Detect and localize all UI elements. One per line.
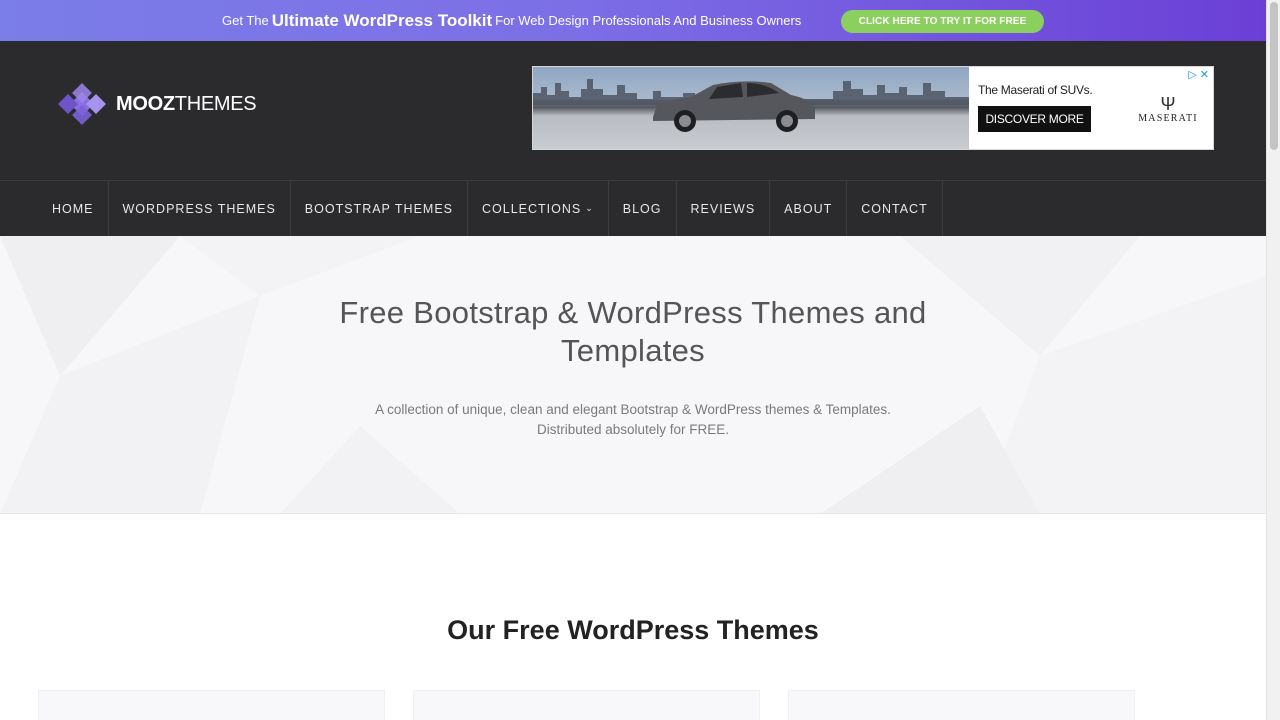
ad-brand-name: MASERATI <box>1138 113 1198 124</box>
nav-item-wordpress-themes[interactable]: WORDPRESS THEMES <box>109 181 291 236</box>
nav-item-home[interactable]: HOME <box>38 181 109 236</box>
nav-item-label: CONTACT <box>861 201 928 216</box>
scrollbar-thumb[interactable] <box>1270 2 1278 150</box>
site-logo[interactable]: MOOZTHEMES <box>56 83 257 125</box>
nav-item-label: ABOUT <box>784 201 833 216</box>
suv-car-image <box>653 81 815 132</box>
nav-item-bootstrap-themes[interactable]: BOOTSTRAP THEMES <box>291 181 468 236</box>
nav-item-about[interactable]: ABOUT <box>770 181 848 236</box>
ad-choices-icon[interactable]: ▷ <box>1188 68 1196 81</box>
promo-highlight: Ultimate WordPress Toolkit <box>271 10 493 30</box>
hero-subtitle-line-2: Distributed absolutely for FREE. <box>536 422 730 437</box>
site-header: MOOZTHEMES The Maserati of SUVs. DISCOVE… <box>0 41 1266 180</box>
main-navigation: HOME WORDPRESS THEMES BOOTSTRAP THEMES C… <box>0 180 1266 236</box>
nav-item-contact[interactable]: CONTACT <box>847 181 943 236</box>
nav-item-label: HOME <box>52 201 94 216</box>
nav-item-collections[interactable]: COLLECTIONS ⌄ <box>468 181 609 236</box>
logo-diamond-icon <box>58 83 106 125</box>
logo-text: MOOZTHEMES <box>116 92 257 116</box>
theme-card[interactable] <box>413 690 760 720</box>
theme-card[interactable] <box>38 690 385 720</box>
theme-card[interactable] <box>788 690 1135 720</box>
promo-text: Get The Ultimate WordPress Toolkit For W… <box>222 0 801 41</box>
nav-item-label: REVIEWS <box>690 201 756 216</box>
vertical-scrollbar[interactable] <box>1266 0 1280 720</box>
ad-banner[interactable]: The Maserati of SUVs. DISCOVER MORE Ψ MA… <box>532 66 1214 150</box>
logo-text-light: THEMES <box>174 92 257 115</box>
nav-item-label: COLLECTIONS <box>482 201 582 216</box>
trident-icon: Ψ <box>1160 94 1176 114</box>
ad-close-icon[interactable]: ✕ <box>1200 68 1209 81</box>
nav-item-reviews[interactable]: REVIEWS <box>677 181 771 236</box>
ad-choices[interactable]: ▷ ✕ <box>1188 68 1209 81</box>
nav-item-blog[interactable]: BLOG <box>609 181 677 236</box>
promo-prefix: Get The <box>222 13 269 28</box>
nav-item-label: BOOTSTRAP THEMES <box>304 201 453 216</box>
hero-title-line-1: Free Bootstrap & WordPress Themes and <box>339 295 927 330</box>
page: Get The Ultimate WordPress Toolkit For W… <box>0 0 1280 720</box>
nav-menu: HOME WORDPRESS THEMES BOOTSTRAP THEMES C… <box>38 181 943 236</box>
ad-car-image[interactable] <box>533 67 969 149</box>
section-title: Our Free WordPress Themes <box>447 615 819 645</box>
hero-title: Free Bootstrap & WordPress Themes and Te… <box>333 294 933 370</box>
chevron-down-icon: ⌄ <box>585 203 594 213</box>
ad-brand-logo[interactable]: Ψ MASERATI <box>1133 95 1203 124</box>
hero-title-line-2: Templates <box>561 333 705 368</box>
logo-text-bold: MOOZ <box>116 92 175 115</box>
hero-background-pattern <box>0 236 1266 513</box>
try-free-button[interactable]: CLICK HERE TO TRY IT FOR FREE <box>841 10 1044 33</box>
discover-more-button[interactable]: DISCOVER MORE <box>978 106 1091 132</box>
promo-suffix: For Web Design Professionals And Busines… <box>495 13 802 28</box>
nav-item-label: BLOG <box>622 201 662 216</box>
hero-section: Free Bootstrap & WordPress Themes and Te… <box>0 236 1266 514</box>
hero-subtitle-line-1: A collection of unique, clean and elegan… <box>375 402 891 417</box>
ad-headline[interactable]: The Maserati of SUVs. <box>978 83 1093 97</box>
hero-subtitle: A collection of unique, clean and elegan… <box>333 400 933 440</box>
promo-bar: Get The Ultimate WordPress Toolkit For W… <box>0 0 1266 41</box>
nav-item-label: WORDPRESS THEMES <box>122 201 276 216</box>
